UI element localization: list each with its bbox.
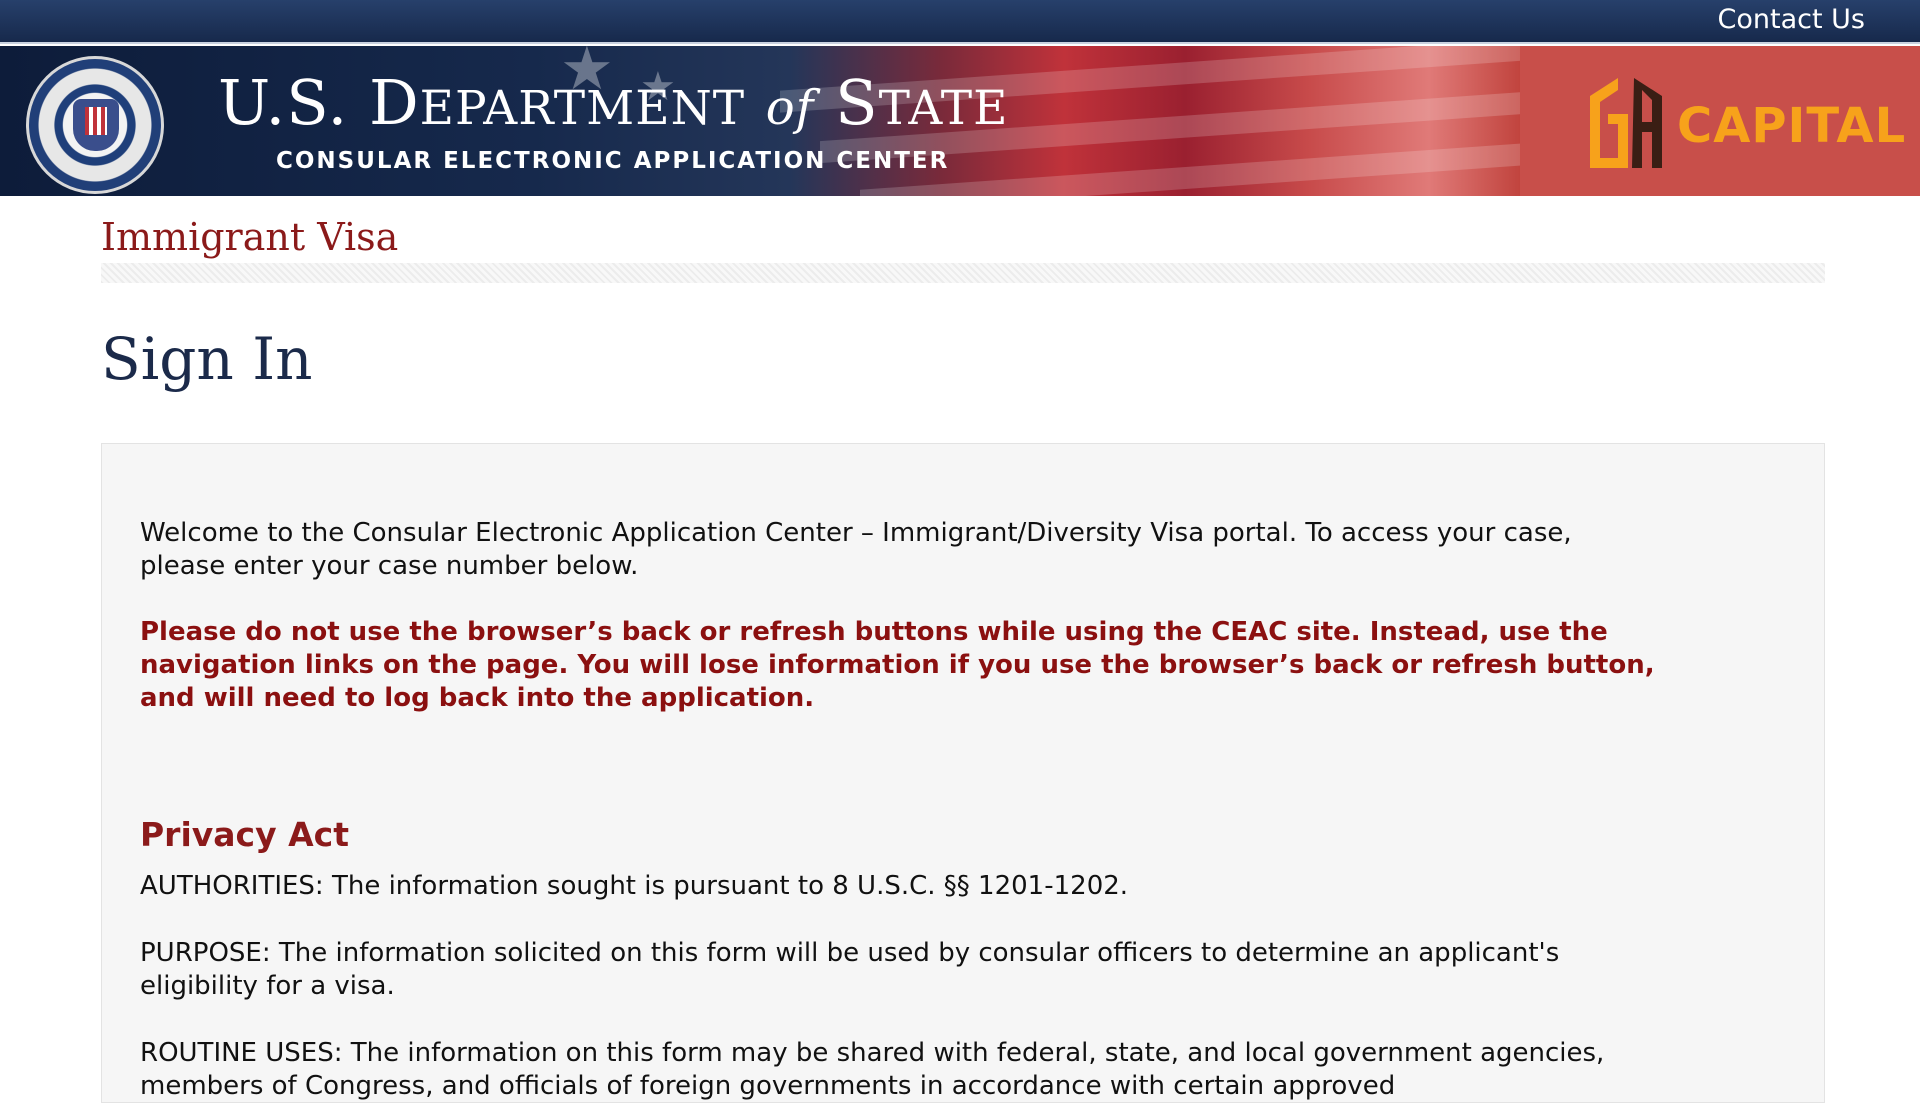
partner-panel: CAPITAL [1520,46,1920,196]
routine-uses-text: ROUTINE USES: The information on this fo… [140,1038,1605,1101]
capital-logo-icon [1590,78,1662,168]
department-title: U.S. DEPARTMENT of STATE [218,66,1009,139]
page-title: Sign In [101,325,313,393]
welcome-text: Welcome to the Consular Electronic Appli… [140,518,1572,581]
authorities-text: AUTHORITIES: The information sought is p… [140,871,1129,901]
contact-us-link[interactable]: Contact Us [1718,4,1865,35]
site-banner: ★ ★ U.S. DEPARTMENT of STATE CONSULAR EL… [0,46,1920,196]
partner-name: CAPITAL [1677,98,1907,154]
department-subtitle: CONSULAR ELECTRONIC APPLICATION CENTER [276,148,950,174]
department-seal-icon[interactable] [26,56,164,194]
eagle-shield-icon [73,99,119,151]
purpose-text: PURPOSE: The information solicited on th… [140,938,1560,1001]
privacy-act-heading: Privacy Act [140,815,349,854]
top-utility-bar: Contact Us [0,0,1920,44]
browser-warning-text: Please do not use the browser’s back or … [140,617,1655,713]
section-title: Immigrant Visa [101,215,399,259]
section-divider [101,263,1825,283]
